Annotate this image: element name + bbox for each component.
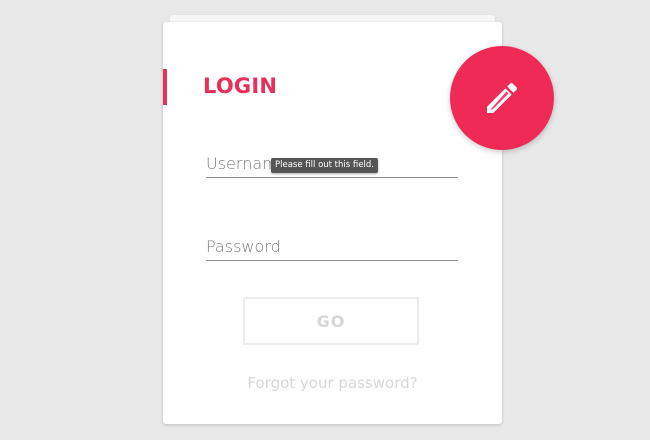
pencil-icon — [487, 82, 518, 113]
password-field[interactable] — [206, 220, 458, 261]
title-accent-bar — [163, 69, 167, 105]
edit-fab-button[interactable] — [450, 46, 554, 150]
go-button[interactable]: GO — [243, 297, 419, 345]
page-title: LOGIN — [203, 74, 278, 98]
validation-tooltip: Please fill out this field. — [271, 158, 378, 173]
password-input[interactable] — [206, 237, 458, 256]
forgot-password-link[interactable]: Forgot your password? — [163, 374, 502, 392]
